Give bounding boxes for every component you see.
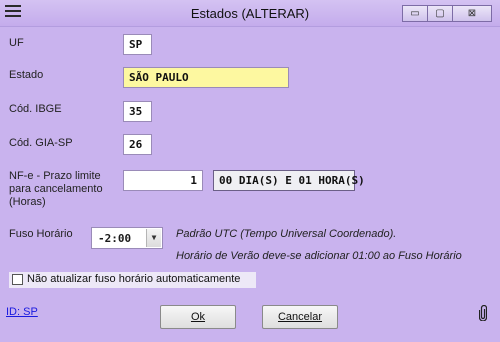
cancel-button[interactable]: Cancelar — [262, 305, 338, 329]
estado-field[interactable]: SÃO PAULO — [123, 67, 289, 88]
chevron-down-icon[interactable]: ▼ — [146, 229, 161, 247]
maximize-icon[interactable]: ▢ — [427, 5, 453, 22]
cod-ibge-field[interactable]: 35 — [123, 101, 152, 122]
nao-atualizar-checkbox-row[interactable]: Não atualizar fuso horário automaticamen… — [9, 272, 256, 288]
ok-button[interactable]: Ok — [160, 305, 236, 329]
nao-atualizar-checkbox[interactable] — [12, 274, 23, 285]
id-link[interactable]: ID: SP — [6, 306, 38, 318]
nfe-prazo-label-3: (Horas) — [9, 196, 46, 208]
nfe-prazo-computed: 00 DIA(S) E 01 HORA(S) — [213, 170, 365, 191]
fuso-note-verao: Horário de Verão deve-se adicionar 01:00… — [176, 250, 462, 262]
nao-atualizar-label: Não atualizar fuso horário automaticamen… — [27, 273, 241, 285]
paperclip-icon[interactable] — [479, 305, 487, 321]
ok-label: Ok — [190, 311, 206, 323]
fuso-label: Fuso Horário — [9, 228, 73, 240]
close-icon[interactable]: ⊠ — [452, 5, 492, 22]
minimize-icon[interactable]: ▭ — [402, 5, 428, 22]
estado-label: Estado — [9, 69, 44, 81]
nfe-prazo-field[interactable]: 1 — [123, 170, 203, 191]
window-controls: ▭ ▢ ⊠ — [402, 5, 492, 22]
fuso-value: -2:00 — [98, 232, 132, 245]
uf-label: UF — [9, 37, 24, 49]
cod-gia-field[interactable]: 26 — [123, 134, 152, 155]
fuso-select[interactable]: -2:00 ▼ — [91, 227, 163, 249]
cod-ibge-label: Cód. IBGE — [9, 103, 62, 115]
title-bar: Estados (ALTERAR) ▭ ▢ ⊠ — [0, 0, 500, 27]
fuso-note-utc: Padrão UTC (Tempo Universal Coordenado). — [176, 228, 397, 240]
nfe-prazo-label-2: para cancelamento — [9, 183, 103, 195]
cancel-label: Cancelar — [277, 311, 323, 323]
cod-gia-label: Cód. GIA-SP — [9, 137, 73, 149]
uf-field[interactable]: SP — [123, 34, 152, 55]
nfe-prazo-label-1: NF-e - Prazo limite — [9, 170, 101, 182]
